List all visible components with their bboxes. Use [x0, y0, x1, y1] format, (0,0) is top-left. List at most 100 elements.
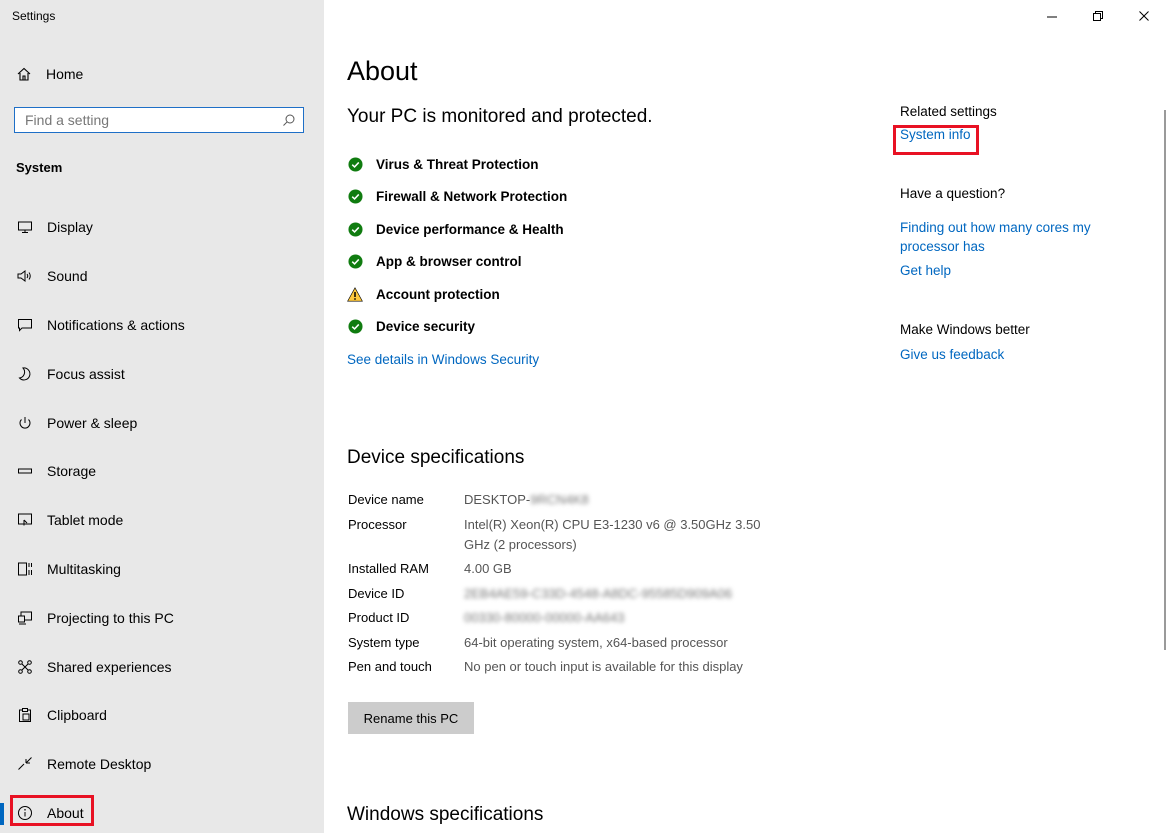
close-button[interactable] — [1121, 0, 1167, 32]
spec-value-text: DESKTOP- — [464, 492, 531, 507]
spec-key: System type — [348, 634, 420, 650]
power-icon — [16, 414, 34, 432]
spec-row: Device ID 2EB4AE59-C33D-4548-A8DC-95585D… — [348, 584, 784, 604]
question-heading: Have a question? — [900, 186, 1006, 201]
device-specs-table: Device name DESKTOP-9RCN4K8 Processor In… — [348, 490, 784, 682]
spec-value: DESKTOP-9RCN4K8 — [464, 490, 784, 510]
storage-icon — [16, 462, 34, 480]
spec-row: System type 64-bit operating system, x64… — [348, 633, 784, 653]
display-icon — [16, 218, 34, 236]
minimize-button[interactable] — [1029, 0, 1075, 32]
sidebar-item-sound[interactable]: Sound — [0, 252, 324, 301]
spec-row: Product ID 00330-80000-00000-AA643 — [348, 608, 784, 628]
sidebar-item-label: Multitasking — [47, 560, 121, 577]
spec-key: Pen and touch — [348, 659, 432, 674]
restore-icon — [1093, 11, 1103, 21]
spec-row: Processor Intel(R) Xeon(R) CPU E3-1230 v… — [348, 515, 784, 555]
remote-desktop-icon — [16, 755, 34, 773]
sidebar-item-label: Focus assist — [47, 365, 125, 382]
blurred-value: 00330-80000-00000-AA643 — [464, 610, 625, 625]
spec-key: Device name — [348, 492, 424, 507]
sidebar-item-clipboard[interactable]: Clipboard — [0, 691, 324, 740]
search-icon[interactable] — [282, 113, 296, 127]
sidebar-item-power-sleep[interactable]: Power & sleep — [0, 398, 324, 447]
search-input[interactable] — [15, 108, 275, 132]
protection-item: App & browser control — [347, 246, 567, 279]
sidebar-item-label: Shared experiences — [47, 658, 172, 675]
rename-pc-button[interactable]: Rename this PC — [348, 702, 474, 734]
sidebar-item-tablet-mode[interactable]: Tablet mode — [0, 496, 324, 545]
nav-list: Display Sound Notifications & actions Fo… — [0, 203, 324, 837]
projecting-icon — [16, 609, 34, 627]
page-title: About — [347, 56, 418, 86]
sidebar-item-shared-experiences[interactable]: Shared experiences — [0, 642, 324, 691]
nav-home-label: Home — [46, 66, 84, 82]
related-settings-heading: Related settings — [900, 104, 997, 119]
device-specs-heading: Device specifications — [347, 447, 525, 468]
check-circle-icon — [347, 221, 363, 237]
sidebar-item-about[interactable]: About — [0, 789, 324, 837]
windows-specs-heading: Windows specifications — [347, 804, 544, 825]
home-icon — [17, 67, 31, 81]
multitasking-icon — [16, 560, 34, 578]
shared-experiences-icon — [16, 658, 34, 676]
sidebar-item-multitasking[interactable]: Multitasking — [0, 545, 324, 594]
clipboard-icon — [16, 706, 34, 724]
sidebar-item-projecting[interactable]: Projecting to this PC — [0, 593, 324, 642]
sidebar-item-label: Power & sleep — [47, 414, 138, 431]
protection-item: Virus & Threat Protection — [347, 148, 567, 181]
sidebar-item-focus-assist[interactable]: Focus assist — [0, 349, 324, 398]
see-details-link[interactable]: See details in Windows Security — [347, 352, 539, 367]
sidebar: Settings Home System Display Sound Notif… — [0, 0, 324, 833]
protection-item-label: Device security — [376, 319, 476, 335]
sidebar-item-label: Tablet mode — [47, 512, 124, 529]
protection-item-label: Virus & Threat Protection — [376, 156, 539, 172]
protection-item-label: Device performance & Health — [376, 221, 564, 237]
protection-item-label: Firewall & Network Protection — [376, 189, 568, 205]
spec-value: 4.00 GB — [464, 561, 512, 576]
active-indicator — [0, 802, 4, 825]
sidebar-item-label: Storage — [47, 463, 97, 480]
spec-row: Installed RAM 4.00 GB — [348, 559, 784, 579]
scrollbar[interactable] — [1164, 110, 1166, 650]
spec-row: Pen and touch No pen or touch input is a… — [348, 657, 784, 677]
sidebar-item-label: Projecting to this PC — [47, 609, 174, 626]
protection-heading: Your PC is monitored and protected. — [347, 106, 653, 127]
sidebar-item-notifications[interactable]: Notifications & actions — [0, 301, 324, 350]
window-controls — [1029, 0, 1167, 32]
spec-row: Device name DESKTOP-9RCN4K8 — [348, 490, 784, 510]
restore-button[interactable] — [1075, 0, 1121, 32]
check-circle-icon — [347, 319, 363, 335]
get-help-link[interactable]: Get help — [900, 263, 1140, 278]
spec-key: Processor — [348, 516, 407, 532]
sidebar-item-label: About — [47, 804, 84, 821]
check-circle-icon — [347, 189, 363, 205]
nav-home[interactable]: Home — [16, 62, 83, 86]
feedback-link[interactable]: Give us feedback — [900, 347, 1140, 362]
check-circle-icon — [347, 254, 363, 270]
sidebar-item-display[interactable]: Display — [0, 203, 324, 252]
protection-item: Device performance & Health — [347, 213, 567, 246]
protection-item: Device security — [347, 311, 567, 344]
moon-icon — [16, 365, 34, 383]
spec-value: 64-bit operating system, x64-based proce… — [464, 634, 728, 650]
info-icon — [16, 804, 34, 822]
blurred-value: 2EB4AE59-C33D-4548-A8DC-95585D909A06 — [464, 585, 733, 601]
close-icon — [1139, 11, 1149, 21]
section-label: System — [16, 160, 63, 175]
spec-key: Device ID — [348, 585, 405, 601]
cores-help-link[interactable]: Finding out how many cores my processor … — [900, 218, 1120, 256]
protection-item: Firewall & Network Protection — [347, 181, 567, 214]
window-title: Settings — [12, 9, 56, 23]
sidebar-item-label: Sound — [47, 268, 88, 285]
sidebar-item-label: Remote Desktop — [47, 756, 152, 773]
sidebar-item-label: Display — [47, 219, 93, 236]
system-info-link[interactable]: System info — [900, 127, 1140, 142]
protection-item-label: App & browser control — [376, 254, 522, 270]
sidebar-item-remote-desktop[interactable]: Remote Desktop — [0, 740, 324, 789]
sound-icon — [16, 267, 34, 285]
notifications-icon — [16, 316, 34, 334]
sidebar-item-label: Notifications & actions — [47, 316, 185, 333]
sidebar-item-storage[interactable]: Storage — [0, 447, 324, 496]
search-box[interactable] — [14, 107, 304, 133]
